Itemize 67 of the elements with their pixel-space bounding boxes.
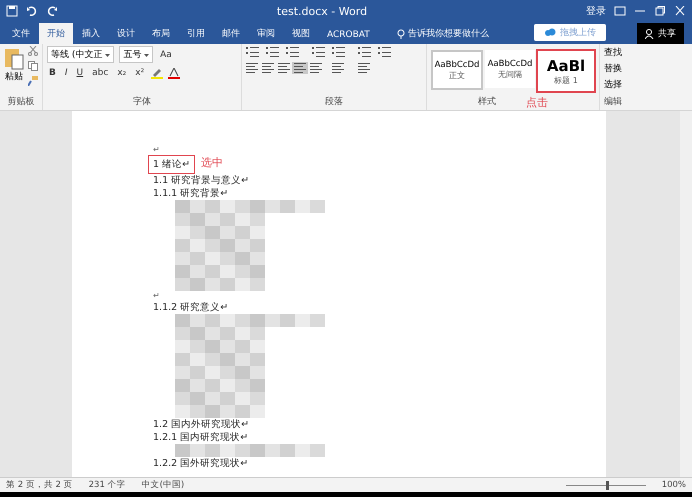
editing-command[interactable]: 查找 — [604, 46, 622, 59]
restore-icon[interactable] — [654, 6, 666, 16]
share-button[interactable]: 共享 — [637, 23, 684, 44]
caret-icon — [144, 54, 150, 57]
format-button[interactable]: I — [62, 67, 70, 79]
heading-line: 1.1.2 研究意义↵ — [153, 301, 230, 314]
highlight-icon[interactable] — [151, 68, 164, 78]
paragraph-mark: ↵ — [153, 145, 161, 155]
format-painter-icon[interactable] — [28, 76, 38, 86]
ribbon-tab[interactable]: ACROBAT — [319, 26, 378, 44]
selected-heading: 1 绪论↵ — [148, 155, 196, 174]
group-label: 编辑 — [604, 96, 622, 109]
window-title: test.docx - Word — [276, 4, 368, 18]
person-icon — [645, 28, 654, 38]
editing-command[interactable]: 替换 — [604, 62, 622, 75]
ribbon-tab[interactable]: 设计 — [109, 23, 143, 44]
ribbon-tab[interactable]: 文件 — [4, 23, 38, 44]
format-button[interactable]: abc — [90, 67, 110, 79]
editing-command[interactable]: 选择 — [604, 78, 622, 91]
annotation-text: 选中 — [201, 155, 224, 170]
caret-icon — [105, 54, 110, 57]
ribbon-tab[interactable]: 开始 — [39, 23, 73, 44]
sign-in-link[interactable]: 登录 — [586, 4, 606, 18]
font-color-icon[interactable] — [168, 68, 180, 78]
style-option[interactable]: AaBbCcDd 正文 — [431, 50, 483, 90]
word-count: 231 个字 — [88, 479, 126, 491]
heading-line: 1.1 研究背景与意义↵ — [153, 174, 250, 187]
ribbon-tab[interactable]: 邮件 — [214, 23, 248, 44]
format-button[interactable]: B — [47, 67, 58, 79]
cut-icon[interactable] — [28, 46, 38, 56]
paragraph-mark: ↵ — [153, 291, 161, 301]
format-button[interactable]: x₂ — [115, 67, 128, 79]
language-indicator: 中文(中国) — [142, 479, 184, 491]
ribbon-display-icon[interactable] — [614, 6, 626, 16]
annotation-text: 点击 — [526, 95, 548, 110]
redo-icon[interactable] — [46, 5, 58, 17]
ribbon-tab[interactable]: 插入 — [74, 23, 108, 44]
heading-line: 1.2.1 国内研究现状↵ — [153, 431, 250, 444]
paste-button[interactable]: 粘贴 — [4, 46, 24, 95]
case-button[interactable]: Aa — [158, 48, 174, 60]
group-label: 样式 — [478, 96, 496, 109]
style-option[interactable]: AaBl 标题 1 — [537, 50, 595, 92]
undo-icon[interactable] — [26, 5, 38, 17]
group-label: 段落 — [324, 96, 344, 109]
cloud-icon — [544, 28, 556, 37]
format-button[interactable]: x² — [133, 67, 146, 79]
copy-icon[interactable] — [28, 61, 38, 71]
zoom-level: 100% — [662, 480, 686, 490]
heading-line: 1.2.2 国外研究现状↵ — [153, 457, 250, 470]
ribbon-tab[interactable]: 审阅 — [249, 23, 283, 44]
lightbulb-icon — [396, 28, 405, 38]
font-name-field[interactable]: 等线 (中文正 — [47, 46, 114, 63]
group-label: 字体 — [132, 96, 152, 109]
tell-me-field[interactable]: 告诉我你想要做什么 — [392, 23, 493, 44]
heading-line: 1.2 国内外研究现状↵ — [153, 418, 250, 431]
format-button[interactable]: U — [74, 67, 86, 79]
scrollbar[interactable] — [680, 111, 692, 477]
ribbon-tab[interactable]: 布局 — [144, 23, 178, 44]
heading-line: 1.1.1 研究背景↵ — [153, 187, 230, 200]
group-label: 剪贴板 — [6, 96, 36, 109]
ribbon-tab[interactable]: 引用 — [179, 23, 213, 44]
page-count: 第 2 页，共 2 页 — [6, 479, 73, 491]
font-size-field[interactable]: 五号 — [119, 46, 154, 63]
ribbon-tab[interactable]: 视图 — [284, 23, 318, 44]
style-option[interactable]: AaBbCcDd 无间隔 — [485, 50, 535, 88]
close-icon[interactable] — [674, 6, 686, 16]
save-icon[interactable] — [6, 5, 18, 17]
